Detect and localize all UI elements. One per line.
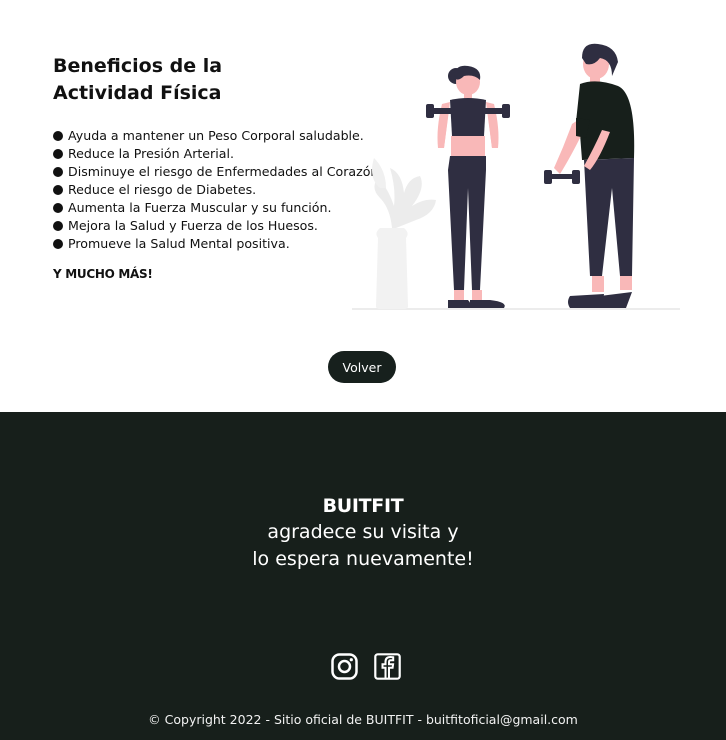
list-item: Reduce el riesgo de Diabetes. [53,181,382,199]
benefit-text: Ayuda a mantener un Peso Corporal saluda… [68,128,364,143]
benefit-text: Reduce la Presión Arterial. [68,146,234,161]
list-item: Ayuda a mantener un Peso Corporal saluda… [53,127,382,145]
list-item: Reduce la Presión Arterial. [53,145,382,163]
copyright-text: © Copyright 2022 - Sitio oficial de BUIT… [148,712,578,727]
plant-icon [372,158,436,309]
back-button[interactable]: Volver [328,351,396,383]
thanks-line-1: agradece su visita y [267,521,459,543]
instagram-icon [331,653,358,680]
title-line-1: Beneficios de la [53,55,223,77]
footer-thanks: agradece su visita y lo espera nuevament… [0,519,726,572]
footer-brand: BUITFIT [322,495,404,517]
benefit-text: Promueve la Salud Mental positiva. [68,236,290,251]
man-figure [544,43,635,308]
woman-figure [426,65,510,308]
bullet-icon [53,203,63,213]
list-item: Aumenta la Fuerza Muscular y su función. [53,199,382,217]
bullet-icon [53,167,63,177]
benefit-text: Disminuye el riesgo de Enfermedades al C… [68,164,383,179]
bullet-icon [53,221,63,231]
benefits-list: Ayuda a mantener un Peso Corporal saluda… [53,127,382,253]
instagram-link[interactable] [331,653,358,680]
facebook-link[interactable] [374,653,401,680]
bullet-icon [53,185,63,195]
social-links [331,653,401,680]
title-line-2: Actividad Física [53,82,222,104]
bullet-icon [53,149,63,159]
list-item: Disminuye el riesgo de Enfermedades al C… [53,163,382,181]
benefit-text: Reduce el riesgo de Diabetes. [68,182,257,197]
bullet-icon [53,239,63,249]
benefit-text: Aumenta la Fuerza Muscular y su función. [68,200,332,215]
benefits-section: Beneficios de la Actividad Física Ayuda … [0,0,726,412]
footer: BUITFIT agradece su visita y lo espera n… [0,412,726,740]
page-title: Beneficios de la Actividad Física [53,53,353,107]
list-item: Promueve la Salud Mental positiva. [53,235,382,253]
workout-illustration [352,43,680,310]
bullet-icon [53,131,63,141]
facebook-icon [374,653,401,680]
benefit-text: Mejora la Salud y Fuerza de los Huesos. [68,218,318,233]
more-text: Y MUCHO MÁS! [53,267,153,281]
list-item: Mejora la Salud y Fuerza de los Huesos. [53,217,382,235]
thanks-line-2: lo espera nuevamente! [252,547,474,570]
